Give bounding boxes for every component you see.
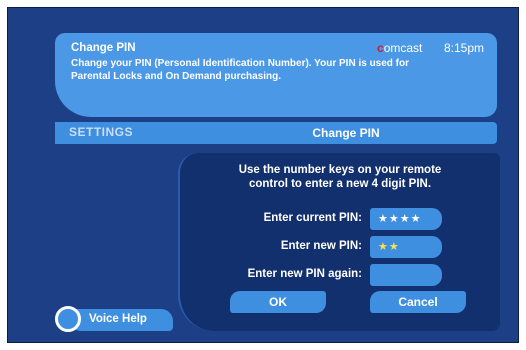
current-pin-field[interactable]: ★★★★ (370, 208, 442, 230)
voice-help-button[interactable]: Voice Help (55, 306, 173, 332)
comcast-logo: comcast (377, 41, 422, 55)
comcast-logo-c: c (377, 41, 384, 55)
ok-button[interactable]: OK (230, 291, 326, 313)
instruction-line-2: control to enter a new 4 digit PIN. (248, 178, 432, 190)
confirm-pin-label: Enter new PIN again: (247, 268, 362, 280)
instruction-line-1: Use the number keys on your remote (238, 164, 442, 176)
info-description: Change your PIN (Personal Identification… (71, 58, 410, 82)
cancel-button[interactable]: Cancel (370, 291, 466, 313)
tv-screen: Change PIN Change your PIN (Personal Ide… (7, 7, 519, 343)
new-pin-field[interactable]: ★★ (370, 236, 442, 258)
screen-title: Change PIN (312, 126, 380, 140)
section-label: SETTINGS (69, 125, 134, 139)
voice-help-label: Voice Help (89, 313, 147, 325)
section-bar: SETTINGS Change PIN (55, 122, 497, 144)
info-title: Change PIN (71, 42, 136, 54)
clock: 8:15pm (444, 41, 485, 55)
change-pin-dialog: Use the number keys on your remote contr… (178, 153, 500, 331)
voice-help-circle-icon (55, 306, 81, 332)
confirm-pin-field[interactable] (370, 264, 442, 286)
current-pin-label: Enter current PIN: (263, 212, 362, 224)
new-pin-label: Enter new PIN: (280, 240, 362, 252)
instructions: Use the number keys on your remote contr… (180, 163, 500, 191)
comcast-logo-text: omcast (383, 41, 423, 55)
info-panel: Change PIN Change your PIN (Personal Ide… (55, 33, 497, 117)
